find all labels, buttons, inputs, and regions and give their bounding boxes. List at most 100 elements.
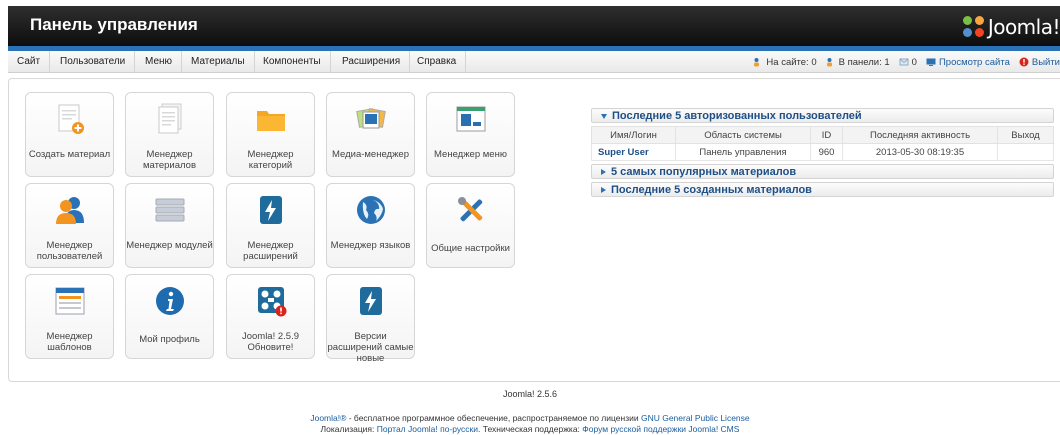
column-header: Выход [997, 126, 1054, 144]
status-on-site: На сайте: 0 [753, 56, 817, 68]
tile-global-configuration[interactable]: Общие настройки [426, 183, 515, 268]
tile-label: Менеджер расширений [243, 240, 298, 262]
menu-users[interactable]: Пользователи [51, 51, 136, 73]
extensions-icon [260, 196, 282, 224]
user-name-link[interactable]: Super User [591, 143, 676, 161]
users-icon [754, 58, 760, 67]
column-header: ID [810, 126, 843, 144]
joomla-link[interactable]: Joomla!® [310, 413, 346, 423]
tile-module-manager[interactable]: Менеджер модулей [125, 183, 214, 268]
tile-template-manager[interactable]: Менеджер шаблонов [25, 274, 114, 359]
new-article-icon [58, 104, 84, 134]
tile-label: Общие настройки [431, 243, 510, 254]
status-in-panel-text: В панели: 1 [838, 56, 890, 68]
latest-articles-header[interactable]: Последние 5 созданных материалов [591, 182, 1054, 197]
tile-new-article[interactable]: Создать материал [25, 92, 114, 177]
tile-my-profile[interactable]: Мой профиль [125, 274, 214, 359]
status-messages-count: 0 [911, 56, 917, 68]
extension-update-icon [360, 287, 382, 315]
view-site-link[interactable]: Просмотр сайта [926, 57, 1010, 68]
portal-link[interactable]: Портал Joomla! по-русски [377, 424, 478, 434]
expand-right-icon [601, 169, 606, 176]
expand-right-icon [601, 187, 606, 194]
table-header-row: Имя/Логин Область системы ID Последняя а… [591, 126, 1054, 144]
status-messages[interactable]: 0 [899, 57, 917, 68]
joomla-logo[interactable]: Joomla! [962, 15, 1060, 39]
footer-license-line: Joomla!® - бесплатное программное обеспе… [0, 413, 1060, 423]
menu-manager-icon [456, 106, 486, 132]
status-in-panel: В панели: 1 [826, 57, 890, 68]
user-id: 960 [810, 143, 843, 161]
view-site-text[interactable]: Просмотр сайта [939, 57, 1010, 68]
logout-icon [1019, 57, 1029, 67]
user-logout[interactable] [997, 143, 1054, 161]
tile-label: Менеджер категорий [247, 149, 294, 171]
modules-icon [155, 198, 185, 222]
logged-users-header[interactable]: Последние 5 авторизованных пользователей [591, 108, 1054, 123]
logged-users-title: Последние 5 авторизованных пользователей [612, 110, 862, 122]
logout-text[interactable]: Выйти [1032, 57, 1060, 68]
popular-articles-header[interactable]: 5 самых популярных материалов [591, 164, 1054, 179]
footer-support-line: Локализация: Портал Joomla! по-русски. Т… [0, 424, 1060, 434]
tile-extension-update[interactable]: Версии расширений самые новые [326, 274, 415, 364]
page-title: Панель управления [30, 15, 198, 34]
tile-label: Менеджер языков [330, 240, 411, 251]
gpl-link[interactable]: GNU General Public License [641, 413, 750, 423]
tile-category-manager[interactable]: Менеджер категорий [226, 92, 315, 177]
tile-label: Мой профиль [139, 334, 200, 345]
tile-extension-manager[interactable]: Менеджер расширений [226, 183, 315, 268]
tile-label: Менеджер модулей [126, 240, 213, 251]
main-menu-bar: Сайт Пользователи Меню Материалы Компоне… [8, 51, 1060, 73]
tile-label: Менеджер меню [434, 149, 507, 160]
tile-label: Создать материал [28, 149, 111, 160]
menu-menus[interactable]: Меню [136, 51, 183, 73]
popular-articles-title: 5 самых популярных материалов [611, 166, 797, 178]
monitor-icon [926, 58, 936, 66]
table-row: Super User Панель управления 960 2013-05… [591, 143, 1054, 161]
logo-text: Joomla! [987, 15, 1060, 39]
footer-text: . Техническая поддержка: [478, 424, 583, 434]
menu-site[interactable]: Сайт [8, 51, 51, 73]
users-icon [826, 58, 832, 67]
footer-version: Joomla! 2.5.6 [502, 389, 558, 399]
footer-text: Локализация: [320, 424, 377, 434]
menu-components[interactable]: Компоненты [254, 51, 331, 73]
expand-down-icon [601, 113, 607, 119]
tile-media-manager[interactable]: Медиа-менеджер [326, 92, 415, 177]
footer-text: - бесплатное программное обеспечение, ра… [346, 413, 641, 423]
articles-icon [158, 103, 182, 134]
tile-label: Менеджер пользователей [36, 240, 103, 262]
tile-user-manager[interactable]: Менеджер пользователей [25, 183, 114, 268]
tile-label: Медиа-менеджер [332, 149, 409, 160]
tile-joomla-update[interactable]: Joomla! 2.5.9 Обновите! [226, 274, 315, 359]
status-area: На сайте: 0 В панели: 1 0 Просмотр сайта… [744, 51, 1060, 73]
admin-modules: Последние 5 авторизованных пользователей… [591, 108, 1054, 200]
tile-menu-manager[interactable]: Менеджер меню [426, 92, 515, 177]
tile-label: Менеджер материалов [143, 149, 196, 171]
menu-help[interactable]: Справка [408, 51, 467, 73]
column-header: Имя/Логин [591, 126, 676, 144]
tile-label: Версии расширений самые новые [327, 331, 414, 364]
forum-link[interactable]: Форум русской поддержки Joomla! CMS [582, 424, 739, 434]
header-bar: Панель управления Joomla! [8, 6, 1060, 46]
tools-icon [458, 197, 483, 222]
tile-label: Менеджер шаблонов [46, 331, 93, 353]
info-icon [156, 287, 184, 315]
joomla-update-icon [258, 287, 287, 317]
users-icon [56, 197, 84, 224]
status-on-site-text: На сайте: 0 [766, 56, 817, 68]
globe-icon [357, 196, 385, 224]
templates-icon [55, 287, 85, 315]
joomla-logo-icon [962, 16, 985, 38]
tile-language-manager[interactable]: Менеджер языков [326, 183, 415, 268]
logout-link[interactable]: Выйти [1019, 57, 1060, 68]
tile-article-manager[interactable]: Менеджер материалов [125, 92, 214, 177]
menu-content[interactable]: Материалы [182, 51, 255, 73]
column-header: Последняя активность [842, 126, 998, 144]
tile-label: Joomla! 2.5.9 Обновите! [241, 331, 300, 353]
latest-articles-title: Последние 5 созданных материалов [611, 184, 812, 196]
menu-extensions[interactable]: Расширения [333, 51, 411, 73]
user-last-activity: 2013-05-30 08:19:35 [842, 143, 998, 161]
mail-icon [899, 58, 909, 66]
user-area: Панель управления [675, 143, 811, 161]
